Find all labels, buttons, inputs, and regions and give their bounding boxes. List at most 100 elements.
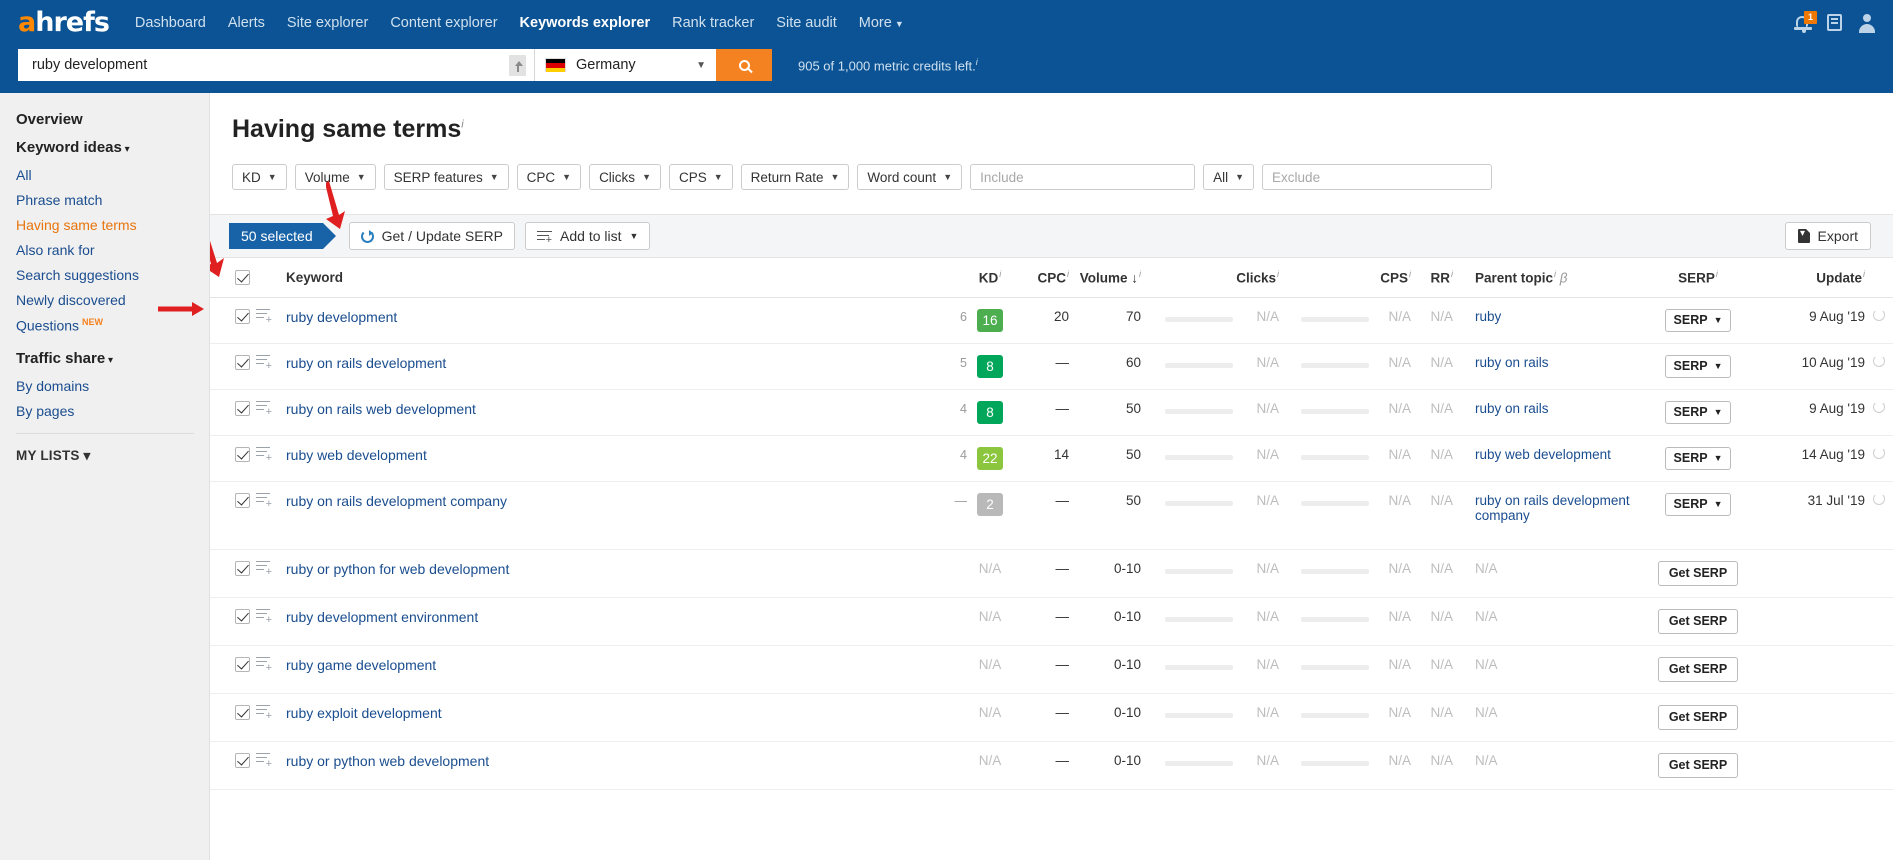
sidebar-item-by-domains[interactable]: By domains	[16, 378, 209, 394]
clicks-column-header[interactable]: Clicksi	[1233, 258, 1279, 298]
get-serp-button[interactable]: Get SERP	[1657, 656, 1739, 682]
nav-item-dashboard[interactable]: Dashboard	[135, 15, 206, 31]
keyword-link[interactable]: ruby exploit development	[286, 705, 442, 721]
parent-topic-link[interactable]: ruby on rails development company	[1475, 493, 1630, 523]
row-checkbox[interactable]	[234, 447, 250, 463]
filter-cps[interactable]: CPS ▼	[668, 164, 733, 190]
keyword-link[interactable]: ruby or python for web development	[286, 561, 509, 577]
row-checkbox[interactable]	[234, 401, 250, 417]
add-to-list-icon[interactable]: +	[256, 656, 272, 673]
search-button[interactable]	[716, 49, 772, 81]
export-button[interactable]: Export	[1784, 222, 1871, 250]
keyword-link[interactable]: ruby on rails development	[286, 355, 446, 371]
user-account-icon[interactable]	[1858, 13, 1875, 33]
get-update-serp-button[interactable]: Get / Update SERP	[348, 222, 516, 250]
filter-clicks[interactable]: Clicks ▼	[589, 164, 661, 190]
row-checkbox[interactable]	[234, 609, 250, 625]
add-to-list-icon[interactable]: +	[256, 560, 272, 577]
add-to-list-icon[interactable]: +	[256, 400, 272, 417]
keyword-link[interactable]: ruby or python web development	[286, 753, 489, 769]
serp-dropdown-button[interactable]: SERP ▼	[1664, 354, 1732, 378]
add-to-list-icon[interactable]: +	[256, 308, 272, 325]
sidebar-item-search-suggestions[interactable]: Search suggestions	[16, 267, 209, 283]
parent-topic-link[interactable]: ruby on rails	[1475, 401, 1549, 416]
notifications-bell-icon[interactable]: 1	[1793, 10, 1817, 33]
sidebar-item-questions[interactable]: Questions NEW	[16, 317, 209, 334]
row-checkbox[interactable]	[234, 705, 250, 721]
sidebar-item-also-rank-for[interactable]: Also rank for	[16, 242, 209, 258]
sidebar-item-all[interactable]: All	[16, 167, 209, 183]
keyword-link[interactable]: ruby web development	[286, 447, 427, 463]
nav-item-content-explorer[interactable]: Content explorer	[390, 15, 497, 31]
add-to-list-icon[interactable]: +	[256, 492, 272, 509]
row-checkbox[interactable]	[234, 657, 250, 673]
add-to-list-button[interactable]: + Add to list ▼	[525, 222, 651, 250]
keyword-column-header[interactable]: Keyword	[286, 258, 933, 298]
add-to-list-icon[interactable]: +	[256, 446, 272, 463]
sidebar-item-phrase-match[interactable]: Phrase match	[16, 192, 209, 208]
cps-column-header[interactable]: CPSi	[1369, 258, 1411, 298]
add-to-list-icon[interactable]: +	[256, 608, 272, 625]
parent-topic-link[interactable]: ruby on rails	[1475, 355, 1549, 370]
keyword-link[interactable]: ruby development	[286, 309, 397, 325]
refresh-icon[interactable]	[1873, 354, 1885, 367]
serp-dropdown-button[interactable]: SERP ▼	[1664, 492, 1732, 516]
get-serp-button[interactable]: Get SERP	[1657, 752, 1739, 778]
refresh-icon[interactable]	[1873, 308, 1885, 321]
messages-icon[interactable]	[1827, 14, 1842, 31]
nav-item-rank-tracker[interactable]: Rank tracker	[672, 15, 754, 31]
keyword-link[interactable]: ruby on rails development company	[286, 493, 507, 509]
parent-topic-link[interactable]: ruby	[1475, 309, 1501, 324]
nav-item-keywords-explorer[interactable]: Keywords explorer	[520, 15, 651, 31]
upload-keywords-icon[interactable]	[509, 54, 526, 76]
search-input[interactable]	[30, 56, 509, 74]
sidebar-group-keyword-ideas[interactable]: Keyword ideas ▾	[16, 139, 209, 156]
row-checkbox[interactable]	[234, 355, 250, 371]
get-serp-button[interactable]: Get SERP	[1657, 608, 1739, 634]
keyword-link[interactable]: ruby game development	[286, 657, 436, 673]
serp-dropdown-button[interactable]: SERP ▼	[1664, 446, 1732, 470]
country-selector[interactable]: Germany ▼	[534, 49, 716, 81]
refresh-icon[interactable]	[1873, 400, 1885, 413]
row-checkbox[interactable]	[234, 561, 250, 577]
sidebar-item-by-pages[interactable]: By pages	[16, 403, 209, 419]
row-checkbox[interactable]	[234, 493, 250, 509]
get-serp-button[interactable]: Get SERP	[1657, 704, 1739, 730]
filter-cpc[interactable]: CPC ▼	[516, 164, 582, 190]
add-to-list-icon[interactable]: +	[256, 704, 272, 721]
keyword-link[interactable]: ruby development environment	[286, 609, 478, 625]
parent-topic-column-header[interactable]: Parent topici β	[1453, 258, 1643, 298]
exclude-input[interactable]	[1262, 164, 1493, 190]
row-checkbox[interactable]	[234, 753, 250, 769]
nav-item-more[interactable]: More ▼	[859, 15, 904, 31]
ahrefs-logo[interactable]: ahrefs	[18, 9, 110, 36]
parent-topic-link[interactable]: ruby web development	[1475, 447, 1611, 462]
kd-column-header[interactable]: KDi	[967, 258, 1013, 298]
filter-word-count[interactable]: Word count ▼	[857, 164, 963, 190]
nav-item-site-explorer[interactable]: Site explorer	[287, 15, 368, 31]
sidebar-item-overview[interactable]: Overview	[16, 111, 209, 128]
sidebar-item-having-same-terms[interactable]: Having same terms	[16, 217, 209, 233]
serp-dropdown-button[interactable]: SERP ▼	[1664, 400, 1732, 424]
filter-serp-features[interactable]: SERP features ▼	[383, 164, 509, 190]
serp-dropdown-button[interactable]: SERP ▼	[1664, 308, 1732, 332]
nav-item-alerts[interactable]: Alerts	[228, 15, 265, 31]
include-match-mode-dropdown[interactable]: All ▼	[1203, 164, 1255, 190]
add-to-list-icon[interactable]: +	[256, 354, 272, 371]
volume-column-header[interactable]: Volume ↓i	[1069, 258, 1141, 298]
keyword-link[interactable]: ruby on rails web development	[286, 401, 476, 417]
filter-return-rate[interactable]: Return Rate ▼	[740, 164, 850, 190]
nav-item-site-audit[interactable]: Site audit	[776, 15, 836, 31]
row-checkbox[interactable]	[234, 309, 250, 325]
filter-kd[interactable]: KD ▼	[232, 164, 287, 190]
select-all-checkbox[interactable]	[234, 270, 250, 286]
sidebar-group-traffic-share[interactable]: Traffic share ▾	[16, 350, 209, 367]
include-input[interactable]	[970, 164, 1196, 190]
refresh-icon[interactable]	[1873, 492, 1885, 505]
add-to-list-icon[interactable]: +	[256, 752, 272, 769]
refresh-icon[interactable]	[1873, 446, 1885, 459]
get-serp-button[interactable]: Get SERP	[1657, 560, 1739, 586]
rr-column-header[interactable]: RRi	[1411, 258, 1453, 298]
keyword-search-field[interactable]	[18, 49, 534, 81]
cpc-column-header[interactable]: CPCi	[1013, 258, 1069, 298]
